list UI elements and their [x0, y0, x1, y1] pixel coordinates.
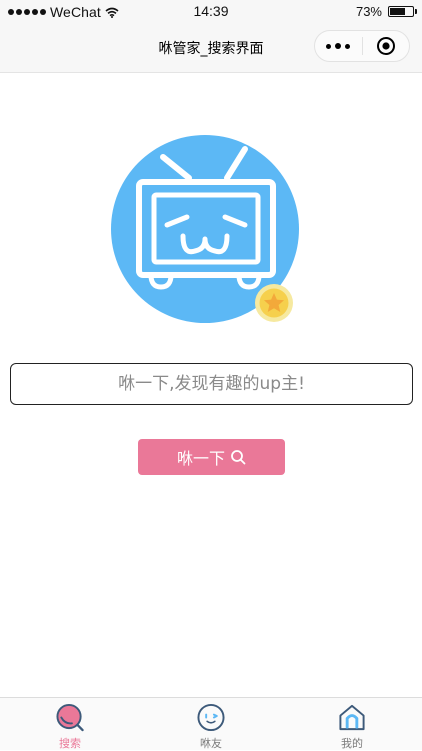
tab-friends[interactable]: 咻友 — [141, 698, 281, 751]
search-button-label: 咻一下 — [176, 449, 225, 468]
tab-mine-label: 我的 — [341, 737, 363, 750]
friends-tab-icon — [197, 703, 225, 732]
battery-icon — [388, 6, 417, 17]
status-bar: WeChat 14:39 73% — [0, 0, 422, 24]
tab-search[interactable]: 搜索 — [0, 698, 140, 751]
search-icon — [231, 450, 246, 465]
nav-bar: 咻管家_搜索界面 — [0, 24, 422, 73]
tab-search-label: 搜索 — [59, 737, 81, 750]
tv-mascot-logo — [111, 135, 299, 323]
battery-percent: 73% — [355, 4, 382, 19]
search-box — [10, 363, 413, 405]
close-mini-program-button[interactable] — [362, 31, 409, 61]
more-menu-button[interactable] — [315, 31, 362, 61]
status-right: 73% — [355, 4, 417, 19]
search-tab-icon — [56, 703, 84, 732]
search-button[interactable]: 咻一下 — [138, 439, 285, 475]
tab-mine[interactable]: 我的 — [282, 698, 422, 751]
mini-program-capsule — [314, 30, 410, 62]
search-input[interactable] — [11, 363, 412, 405]
target-close-icon — [376, 37, 395, 55]
home-tab-icon — [339, 704, 365, 731]
tab-bar: 搜索 咻友 我的 — [0, 697, 422, 750]
tab-friends-label: 咻友 — [200, 737, 222, 750]
